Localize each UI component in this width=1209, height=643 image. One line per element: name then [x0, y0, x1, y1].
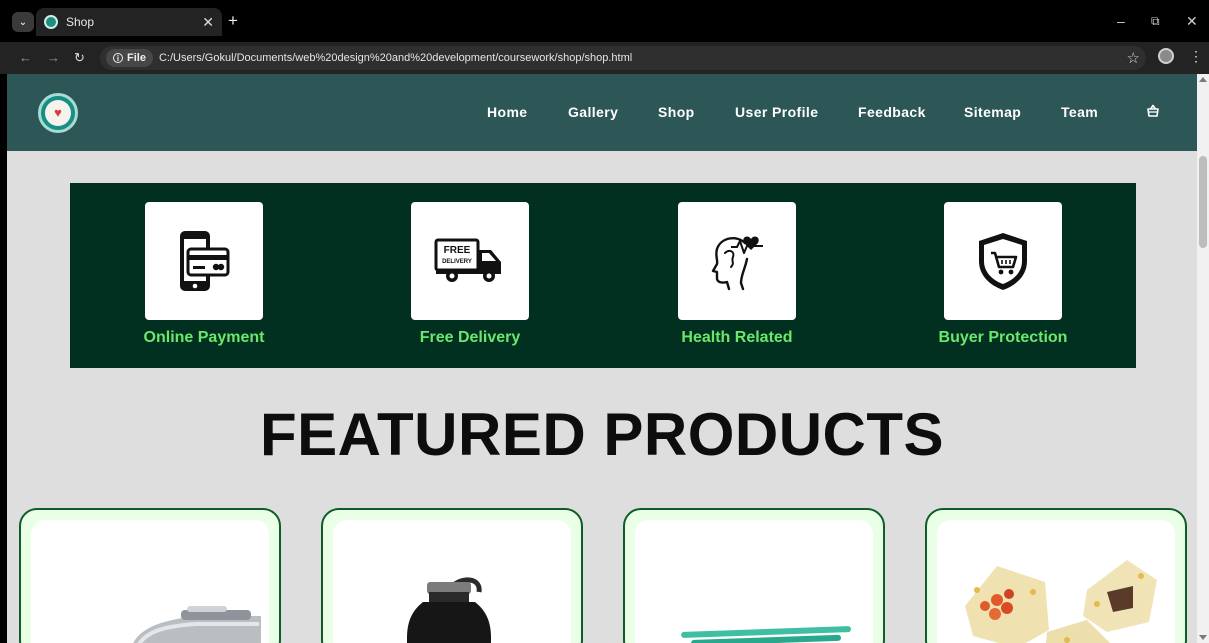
site-info-chip[interactable]: i File: [106, 49, 153, 67]
water-bottle-icon: [407, 577, 491, 643]
site-logo[interactable]: ♥: [38, 93, 78, 133]
feature-card-health-related: [678, 202, 796, 320]
nav-gallery[interactable]: Gallery: [568, 104, 618, 120]
features-band: FREE DELIVERY Online Payment Free Delive…: [70, 183, 1136, 368]
beeswax-wraps-icon: [965, 560, 1157, 643]
tab-strip: ⌄ Shop ✕ + – ⧉ ✕: [0, 0, 1209, 42]
restore-icon[interactable]: ⧉: [1151, 12, 1160, 30]
reload-icon[interactable]: ↻: [74, 49, 85, 67]
nav-team[interactable]: Team: [1061, 104, 1098, 120]
page-scrollbar[interactable]: [1197, 74, 1209, 643]
tab-search-button[interactable]: ⌄: [12, 12, 34, 32]
browser-tab[interactable]: Shop ✕: [36, 8, 222, 36]
product-card-1[interactable]: [19, 508, 281, 643]
product-image-1[interactable]: [31, 520, 269, 643]
menu-kebab-icon[interactable]: ⋮: [1189, 47, 1203, 65]
mobile-payment-icon: [180, 231, 230, 291]
delivery-truck-icon: FREE DELIVERY: [434, 238, 501, 282]
svg-text:DELIVERY: DELIVERY: [442, 259, 472, 265]
address-bar[interactable]: i File C:/Users/Gokul/Documents/web%20de…: [100, 46, 1146, 70]
url-text[interactable]: C:/Users/Gokul/Documents/web%20design%20…: [159, 52, 632, 64]
shield-cart-icon: [979, 233, 1027, 290]
feature-card-free-delivery: FREE DELIVERY: [411, 202, 529, 320]
forward-icon[interactable]: →: [47, 49, 60, 67]
nav-feedback[interactable]: Feedback: [858, 104, 926, 120]
feature-label-free-delivery: Free Delivery: [419, 329, 521, 346]
featured-products-heading: FEATURED PRODUCTS: [259, 401, 945, 468]
feature-label-buyer-protection: Buyer Protection: [938, 329, 1068, 346]
feature-card-online-payment: [145, 202, 263, 320]
nav-shop[interactable]: Shop: [658, 104, 695, 120]
feature-label-online-payment: Online Payment: [143, 329, 265, 346]
product-card-3[interactable]: [623, 508, 885, 643]
product-card-4[interactable]: [925, 508, 1187, 643]
nav-home[interactable]: Home: [487, 104, 528, 120]
product-image-3[interactable]: [635, 520, 873, 643]
browser-toolbar: ← → ↻ i File C:/Users/Gokul/Documents/we…: [0, 42, 1209, 74]
product-card-2[interactable]: [321, 508, 583, 643]
back-icon[interactable]: ←: [19, 49, 32, 67]
info-icon: i: [113, 53, 123, 63]
feature-card-buyer-protection: [944, 202, 1062, 320]
new-tab-icon[interactable]: +: [228, 12, 238, 30]
close-window-icon[interactable]: ✕: [1186, 12, 1198, 30]
profile-avatar-icon[interactable]: [1158, 48, 1174, 64]
bookmark-star-icon[interactable]: ☆: [1127, 49, 1140, 67]
product-image-4[interactable]: [937, 520, 1175, 643]
product-image-2[interactable]: [333, 520, 571, 643]
steel-lunchbox-icon: [133, 606, 261, 643]
svg-text:FREE: FREE: [444, 245, 471, 256]
shopping-basket-icon[interactable]: [1145, 103, 1161, 119]
minimize-icon[interactable]: –: [1117, 12, 1125, 30]
tab-title: Shop: [66, 15, 95, 29]
health-head-icon: [711, 236, 763, 291]
scroll-up-arrow-icon[interactable]: [1199, 77, 1207, 82]
nav-sitemap[interactable]: Sitemap: [964, 104, 1021, 120]
chevron-down-icon: ⌄: [18, 16, 28, 28]
favicon-icon: [44, 15, 58, 29]
browser-window: ⌄ Shop ✕ + – ⧉ ✕ ← → ↻ i File C:/Users/G…: [0, 0, 1209, 643]
feature-label-health-related: Health Related: [681, 329, 793, 346]
site-info-label: File: [127, 52, 146, 64]
site-navbar: ♥ Home Gallery Shop User Profile Feedbac…: [7, 74, 1197, 151]
page-viewport: ♥ Home Gallery Shop User Profile Feedbac…: [7, 74, 1197, 643]
close-tab-icon[interactable]: ✕: [202, 14, 214, 31]
nav-user-profile[interactable]: User Profile: [735, 104, 818, 120]
logo-heart-icon: ♥: [45, 100, 71, 126]
scroll-down-arrow-icon[interactable]: [1199, 635, 1207, 640]
scrollbar-thumb[interactable]: [1199, 156, 1207, 248]
reusable-straws-icon: [681, 626, 852, 643]
